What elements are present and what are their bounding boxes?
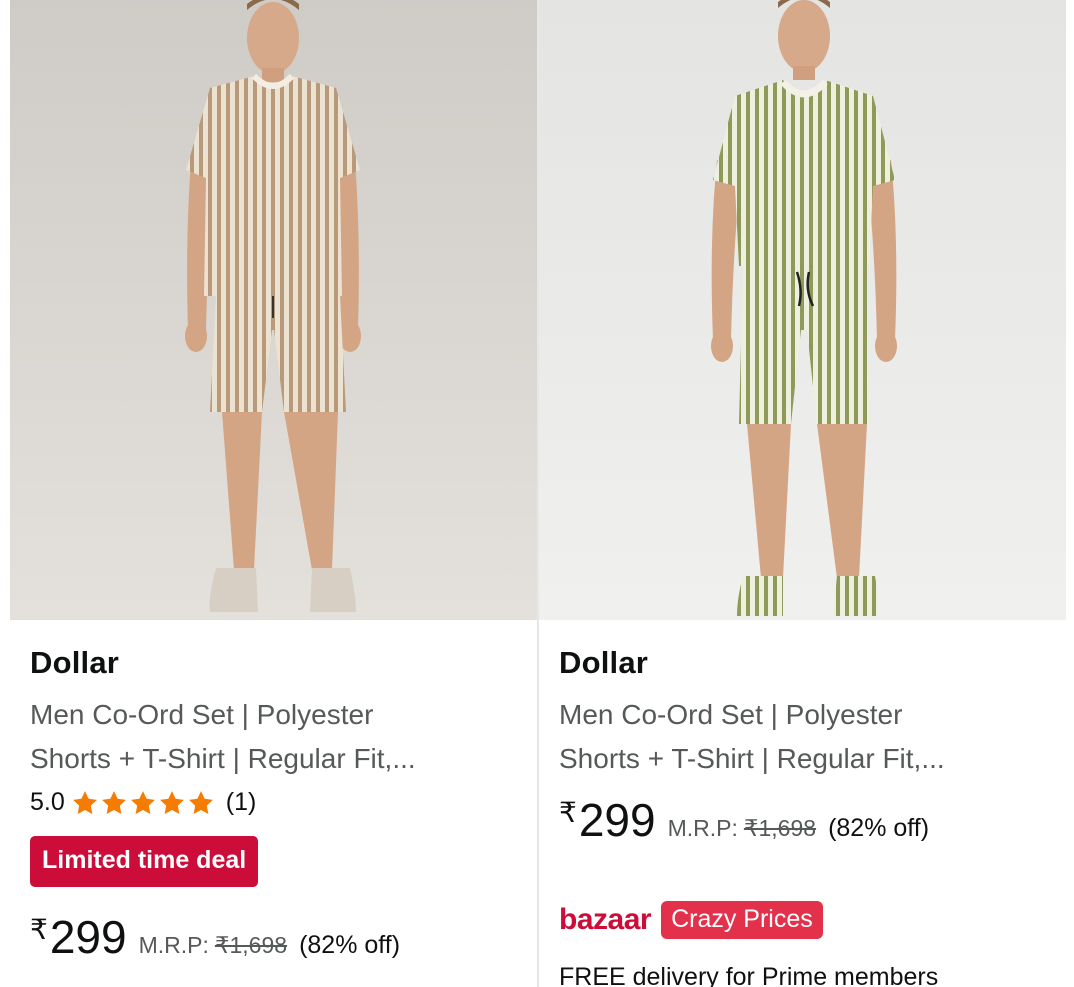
discount: (82% off) bbox=[828, 814, 930, 842]
product-title[interactable]: Men Co-Ord Set | Polyester Shorts + T-Sh… bbox=[559, 693, 1039, 781]
currency-symbol: ₹ bbox=[30, 914, 48, 945]
product-card[interactable]: Dollar Men Co-Ord Set | Polyester Shorts… bbox=[10, 0, 537, 987]
product-photo-icon bbox=[539, 0, 1066, 620]
rating-count: (1) bbox=[225, 788, 257, 816]
price-row: ₹ 299 M.R.P: ₹1,698 (82% off) bbox=[30, 910, 400, 964]
currency-symbol: ₹ bbox=[559, 797, 577, 828]
rating-stars bbox=[71, 789, 216, 817]
mrp-label: M.R.P: bbox=[138, 932, 209, 958]
star-icon bbox=[130, 790, 155, 814]
product-title[interactable]: Men Co-Ord Set | Polyester Shorts + T-Sh… bbox=[30, 693, 510, 781]
mrp-value: ₹1,698 bbox=[214, 932, 288, 958]
price: 299 bbox=[578, 794, 656, 846]
mrp-label: M.R.P: bbox=[667, 815, 738, 841]
delivery-info: FREE delivery for Prime members bbox=[559, 963, 939, 987]
star-icon bbox=[72, 790, 97, 814]
product-photo-icon bbox=[10, 0, 537, 620]
bazaar-promo: bazaar Crazy Prices bbox=[559, 901, 823, 939]
mrp-value: ₹1,698 bbox=[743, 815, 817, 841]
product-image[interactable] bbox=[539, 0, 1066, 620]
rating-value: 5.0 bbox=[30, 788, 65, 816]
product-title-line: Shorts + T-Shirt | Regular Fit,... bbox=[559, 743, 945, 774]
limited-time-deal-badge: Limited time deal bbox=[30, 836, 259, 887]
product-card[interactable]: Dollar Men Co-Ord Set | Polyester Shorts… bbox=[539, 0, 1066, 987]
product-brand: Dollar bbox=[30, 645, 120, 680]
product-rating[interactable]: 5.0 (1) bbox=[30, 788, 256, 817]
product-title-line: Shorts + T-Shirt | Regular Fit,... bbox=[30, 743, 416, 774]
discount: (82% off) bbox=[299, 931, 401, 959]
product-brand: Dollar bbox=[559, 645, 649, 680]
crazy-prices-badge: Crazy Prices bbox=[661, 901, 823, 939]
price: 299 bbox=[49, 911, 127, 963]
product-title-line: Men Co-Ord Set | Polyester bbox=[30, 699, 374, 730]
product-title-line: Men Co-Ord Set | Polyester bbox=[559, 699, 903, 730]
star-icon bbox=[101, 790, 126, 814]
bazaar-logo: bazaar bbox=[559, 903, 652, 936]
price-row: ₹ 299 M.R.P: ₹1,698 (82% off) bbox=[559, 793, 929, 847]
star-icon bbox=[188, 790, 213, 814]
product-image[interactable] bbox=[10, 0, 537, 620]
star-icon bbox=[159, 790, 184, 814]
product-grid: Dollar Men Co-Ord Set | Polyester Shorts… bbox=[0, 0, 1074, 987]
